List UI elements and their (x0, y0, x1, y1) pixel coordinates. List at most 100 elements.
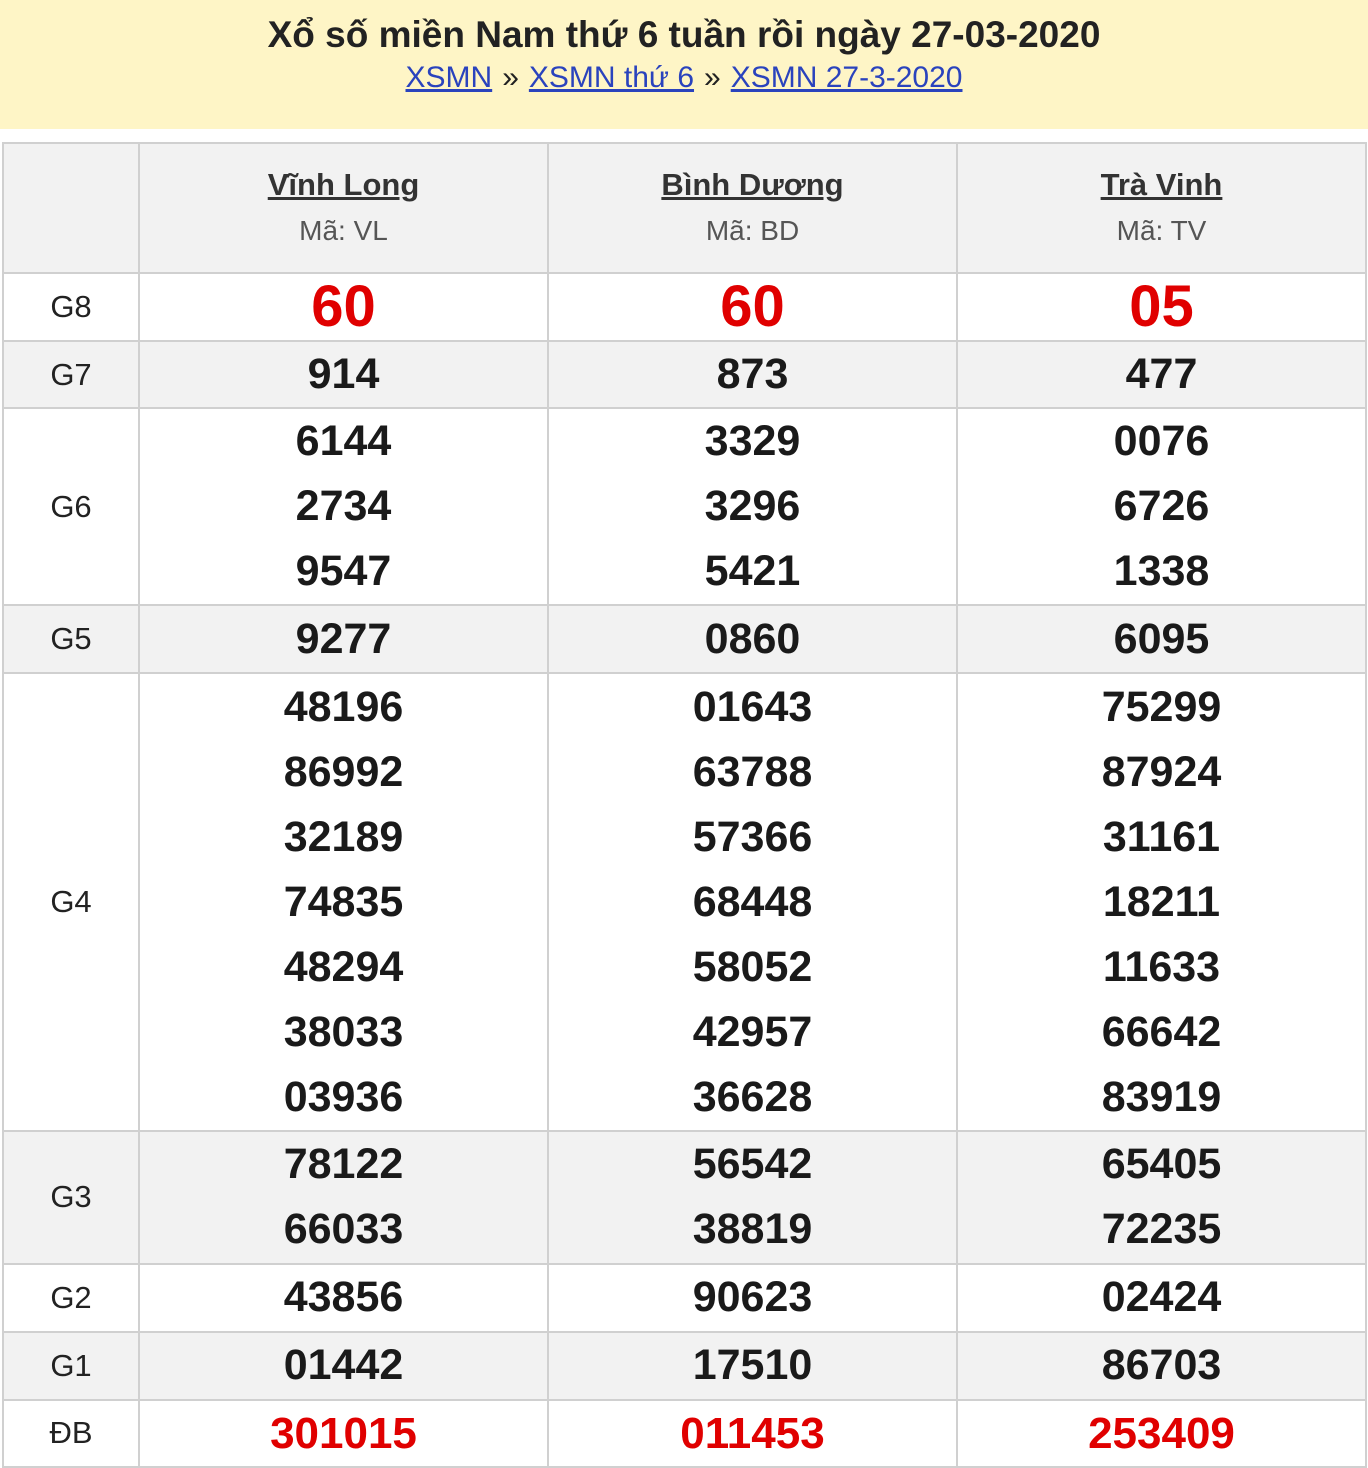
prize-label: G3 (2, 1129, 140, 1265)
prize-number: 011453 (680, 1408, 825, 1458)
prize-number: 17510 (692, 1341, 813, 1390)
prize-cell: 65405 72235 (956, 1129, 1367, 1265)
prize-number: 86703 (1101, 1341, 1222, 1390)
breadcrumb-separator: » (502, 61, 519, 94)
prize-cell: 17510 (547, 1330, 958, 1401)
prize-label: G4 (2, 672, 140, 1132)
prize-cell: 0076 6726 1338 (956, 407, 1367, 607)
prize-cell: 48196 86992 32189 74835 48294 38033 03936 (138, 672, 549, 1132)
prize-number: 83919 (1101, 1072, 1222, 1121)
prize-label: G8 (2, 272, 140, 343)
prize-number: 18211 (1102, 877, 1221, 926)
prize-number: 66033 (283, 1205, 404, 1254)
prize-number: 38819 (692, 1205, 813, 1254)
prize-number: 87924 (1101, 747, 1222, 796)
prize-number: 74835 (283, 877, 404, 926)
prize-number: 72235 (1101, 1205, 1222, 1254)
province-header-vinh-long: Vĩnh Long Mã: VL (138, 141, 549, 275)
prize-cell: 6095 (956, 604, 1367, 675)
prize-number: 48294 (283, 942, 404, 991)
prize-number: 9547 (295, 547, 392, 596)
prize-cell: 01442 (138, 1330, 549, 1401)
prize-cell: 90623 (547, 1262, 958, 1333)
prize-label: G1 (2, 1330, 140, 1401)
prize-row-g2: G2 43856 90623 02424 (2, 1262, 1367, 1333)
results-table: Vĩnh Long Mã: VL Bình Dương Mã: BD Trà V… (2, 141, 1367, 1468)
prize-row-g5: G5 9277 0860 6095 (2, 604, 1367, 675)
prize-number: 9277 (295, 614, 392, 663)
prize-number: 0860 (704, 614, 801, 663)
prize-cell: 86703 (956, 1330, 1367, 1401)
prize-number: 6726 (1113, 482, 1210, 531)
prize-number: 43856 (283, 1273, 404, 1322)
prize-number: 32189 (283, 812, 404, 861)
prize-cell: 60 (138, 272, 549, 343)
prize-label: G2 (2, 1262, 140, 1333)
page-header: Xổ số miền Nam thứ 6 tuần rồi ngày 27-03… (0, 0, 1368, 129)
prize-number: 3296 (704, 482, 801, 531)
prize-cell: 873 (547, 340, 958, 410)
page-title: Xổ số miền Nam thứ 6 tuần rồi ngày 27-03… (267, 14, 1101, 55)
prize-number: 31161 (1102, 812, 1221, 861)
prize-cell: 05 (956, 272, 1367, 343)
prize-number: 63788 (692, 747, 813, 796)
breadcrumb-separator: » (704, 61, 721, 94)
prize-number: 86992 (283, 747, 404, 796)
prize-number: 48196 (283, 682, 404, 731)
prize-number: 68448 (692, 877, 813, 926)
province-link[interactable]: Bình Dương (549, 165, 956, 205)
province-code: Mã: VL (299, 215, 388, 247)
prize-cell: 914 (138, 340, 549, 410)
breadcrumb-link-xsmn-thu-6[interactable]: XSMN thứ 6 (529, 61, 694, 94)
prize-cell: 477 (956, 340, 1367, 410)
prize-number: 01643 (692, 682, 813, 731)
breadcrumb-link-xsmn[interactable]: XSMN (406, 61, 493, 94)
prize-cell: 3329 3296 5421 (547, 407, 958, 607)
prize-number: 1338 (1113, 547, 1210, 596)
province-code: Mã: BD (705, 215, 800, 247)
prize-number: 56542 (692, 1140, 813, 1189)
prize-cell: 02424 (956, 1262, 1367, 1333)
province-header-row: Vĩnh Long Mã: VL Bình Dương Mã: BD Trà V… (2, 141, 1367, 275)
prize-number: 03936 (283, 1072, 404, 1121)
province-code: Mã: TV (1116, 215, 1207, 247)
prize-number: 65405 (1101, 1140, 1222, 1189)
prize-row-g8: G8 60 60 05 (2, 272, 1367, 343)
prize-cell: 75299 87924 31161 18211 11633 66642 83919 (956, 672, 1367, 1132)
prize-cell: 60 (547, 272, 958, 343)
prize-number: 66642 (1101, 1007, 1222, 1056)
prize-row-g7: G7 914 873 477 (2, 340, 1367, 410)
prize-number: 2734 (295, 482, 392, 531)
breadcrumb-link-xsmn-date[interactable]: XSMN 27-3-2020 (731, 61, 963, 94)
prize-number: 36628 (692, 1072, 813, 1121)
prize-number: 477 (1125, 350, 1198, 399)
prize-cell: 6144 2734 9547 (138, 407, 549, 607)
prize-number: 90623 (692, 1273, 813, 1322)
province-link[interactable]: Trà Vinh (958, 165, 1365, 205)
prize-number: 6144 (295, 417, 392, 466)
province-link[interactable]: Vĩnh Long (140, 165, 547, 205)
prize-number: 57366 (692, 812, 813, 861)
province-header-binh-duong: Bình Dương Mã: BD (547, 141, 958, 275)
prize-number: 38033 (283, 1007, 404, 1056)
prize-number: 05 (1129, 274, 1194, 340)
prize-number: 5421 (704, 547, 801, 596)
prize-label: G6 (2, 407, 140, 607)
prize-number: 11633 (1102, 942, 1221, 991)
prize-number: 78122 (283, 1140, 404, 1189)
prize-row-db: ĐB 301015 011453 253409 (2, 1398, 1367, 1468)
prize-cell: 301015 (138, 1398, 549, 1468)
prize-number: 02424 (1101, 1273, 1222, 1322)
prize-label: ĐB (2, 1398, 140, 1468)
prize-row-g4: G4 48196 86992 32189 74835 48294 38033 03936 016… (2, 672, 1367, 1132)
prize-cell: 253409 (956, 1398, 1367, 1468)
prize-number: 253409 (1088, 1408, 1235, 1458)
prize-label: G7 (2, 340, 140, 410)
prize-cell: 0860 (547, 604, 958, 675)
prize-cell: 56542 38819 (547, 1129, 958, 1265)
prize-number: 301015 (270, 1408, 417, 1458)
prize-number: 914 (307, 350, 380, 399)
prize-number: 60 (720, 274, 785, 340)
prize-number: 0076 (1113, 417, 1210, 466)
prize-number: 3329 (704, 417, 801, 466)
